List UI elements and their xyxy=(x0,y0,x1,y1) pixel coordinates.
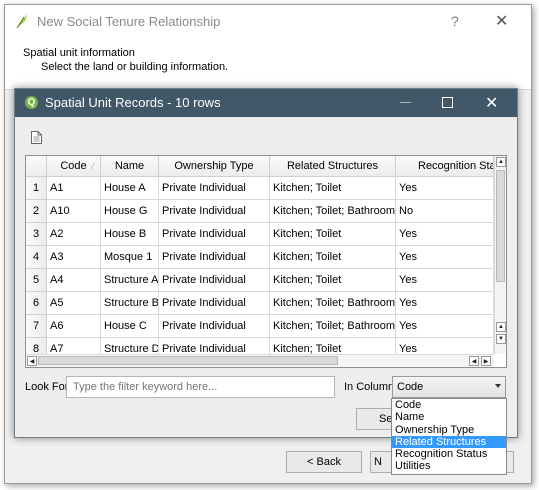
table-cell[interactable]: House C xyxy=(101,315,159,338)
table-cell[interactable]: Yes xyxy=(396,246,494,269)
wizard-heading: Spatial unit information xyxy=(23,47,135,59)
row-header[interactable]: 5 xyxy=(26,269,47,292)
table-cell[interactable]: House A xyxy=(101,177,159,200)
table-cell[interactable]: Kitchen; Toilet; Bathroom xyxy=(270,292,396,315)
vertical-scrollbar[interactable]: ▲ ▲ ▼ xyxy=(494,156,506,354)
column-header-ownership-type[interactable]: Ownership Type xyxy=(159,156,270,177)
table-cell[interactable]: House G xyxy=(101,200,159,223)
table-cell[interactable]: Private Individual xyxy=(159,223,270,246)
dialog-titlebar: Q Spatial Unit Records - 10 rows ✕ xyxy=(15,89,517,117)
qgis-icon: Q xyxy=(25,96,38,109)
spatial-unit-records-dialog: Q Spatial Unit Records - 10 rows ✕ Code ∕… xyxy=(14,88,518,438)
maximize-icon[interactable] xyxy=(442,97,453,108)
wizard-title: New Social Tenure Relationship xyxy=(37,14,221,29)
table-cell[interactable]: Yes xyxy=(396,315,494,338)
row-header[interactable]: 1 xyxy=(26,177,47,200)
column-header-related-structures[interactable]: Related Structures xyxy=(270,156,396,177)
scroll-up-icon[interactable]: ▲ xyxy=(496,157,506,167)
minimize-icon[interactable] xyxy=(400,95,412,107)
table-cell[interactable]: Structure B xyxy=(101,292,159,315)
table-cell[interactable]: A3 xyxy=(47,246,101,269)
vertical-scroll-thumb[interactable] xyxy=(496,170,505,282)
table-cell[interactable]: Private Individual xyxy=(159,177,270,200)
dialog-title: Spatial Unit Records - 10 rows xyxy=(45,95,221,110)
row-header[interactable]: 4 xyxy=(26,246,47,269)
table-cell[interactable]: Private Individual xyxy=(159,292,270,315)
dialog-close-button[interactable]: ✕ xyxy=(485,93,498,113)
table-cell[interactable]: Private Individual xyxy=(159,269,270,292)
scroll-up-small-icon[interactable]: ▲ xyxy=(496,322,506,332)
row-header[interactable]: 3 xyxy=(26,223,47,246)
wizard-close-button[interactable]: ✕ xyxy=(495,11,508,31)
table-cell[interactable]: Kitchen; Toilet; Bathroom xyxy=(270,200,396,223)
table-cell[interactable]: Yes xyxy=(396,177,494,200)
table-cell[interactable]: Yes xyxy=(396,223,494,246)
column-header-code[interactable]: Code ∕ xyxy=(47,156,101,177)
corner-cell[interactable] xyxy=(26,156,47,177)
table-cell[interactable]: Private Individual xyxy=(159,246,270,269)
table-cell[interactable]: Kitchen; Toilet xyxy=(270,269,396,292)
filter-input[interactable] xyxy=(66,376,335,398)
column-header-name[interactable]: Name xyxy=(101,156,159,177)
records-table[interactable]: Code ∕ Name Ownership Type Related Struct… xyxy=(25,155,507,368)
table-cell[interactable]: A2 xyxy=(47,223,101,246)
table-cell[interactable]: Kitchen; Toilet xyxy=(270,177,396,200)
dropdown-option[interactable]: Name xyxy=(392,411,506,423)
wizard-header: Spatial unit information Select the land… xyxy=(5,37,531,90)
dropdown-option[interactable]: Ownership Type xyxy=(392,424,506,436)
table-cell[interactable]: Kitchen; Toilet xyxy=(270,223,396,246)
look-for-label: Look For xyxy=(25,381,69,393)
column-select[interactable]: Code xyxy=(392,376,506,398)
row-header[interactable]: 6 xyxy=(26,292,47,315)
table-cell[interactable]: No xyxy=(396,200,494,223)
horizontal-scroll-thumb[interactable] xyxy=(38,356,338,365)
dropdown-option[interactable]: Recognition Status xyxy=(392,448,506,460)
wizard-subheading: Select the land or building information. xyxy=(41,61,229,73)
table-cell[interactable]: A6 xyxy=(47,315,101,338)
wizard-titlebar: New Social Tenure Relationship ? ✕ xyxy=(5,5,531,37)
dropdown-option[interactable]: Code xyxy=(392,399,506,411)
table-cell[interactable]: A5 xyxy=(47,292,101,315)
table-cell[interactable]: Yes xyxy=(396,269,494,292)
feather-icon xyxy=(16,14,27,29)
horizontal-scrollbar[interactable]: ◀ ◀ ▶ xyxy=(26,354,494,367)
table-cell[interactable]: A1 xyxy=(47,177,101,200)
dropdown-option[interactable]: Related Structures xyxy=(392,435,506,449)
chevron-down-icon[interactable] xyxy=(495,384,501,388)
table-cell[interactable]: A4 xyxy=(47,269,101,292)
help-button[interactable]: ? xyxy=(451,13,459,29)
column-dropdown-list[interactable]: Code Name Ownership Type Related Structures… xyxy=(391,398,507,475)
in-column-label: In Column xyxy=(344,381,395,393)
dropdown-option[interactable]: Utilities xyxy=(392,460,506,472)
row-header[interactable]: 7 xyxy=(26,315,47,338)
table-cell[interactable]: Yes xyxy=(396,292,494,315)
table-cell[interactable]: Private Individual xyxy=(159,200,270,223)
table-cell[interactable]: A10 xyxy=(47,200,101,223)
table-cell[interactable]: Kitchen; Toilet; Bathroom xyxy=(270,315,396,338)
scroll-left-small-icon[interactable]: ◀ xyxy=(469,356,479,366)
column-select-value: Code xyxy=(397,381,424,393)
table-cell[interactable]: Mosque 1 xyxy=(101,246,159,269)
table-cell[interactable]: Structure A xyxy=(101,269,159,292)
scroll-left-icon[interactable]: ◀ xyxy=(27,356,37,366)
column-header-recognition-status[interactable]: Recognition Stat xyxy=(396,156,494,177)
table-cell[interactable]: Kitchen; Toilet xyxy=(270,246,396,269)
scroll-right-icon[interactable]: ▶ xyxy=(481,356,491,366)
scroll-down-icon[interactable]: ▼ xyxy=(496,334,506,344)
sort-indicator-icon: ∕ xyxy=(92,161,94,171)
table-cell[interactable]: Private Individual xyxy=(159,315,270,338)
row-header[interactable]: 2 xyxy=(26,200,47,223)
back-button[interactable]: < Back xyxy=(286,451,362,473)
table-cell[interactable]: House B xyxy=(101,223,159,246)
document-icon[interactable] xyxy=(31,131,42,144)
